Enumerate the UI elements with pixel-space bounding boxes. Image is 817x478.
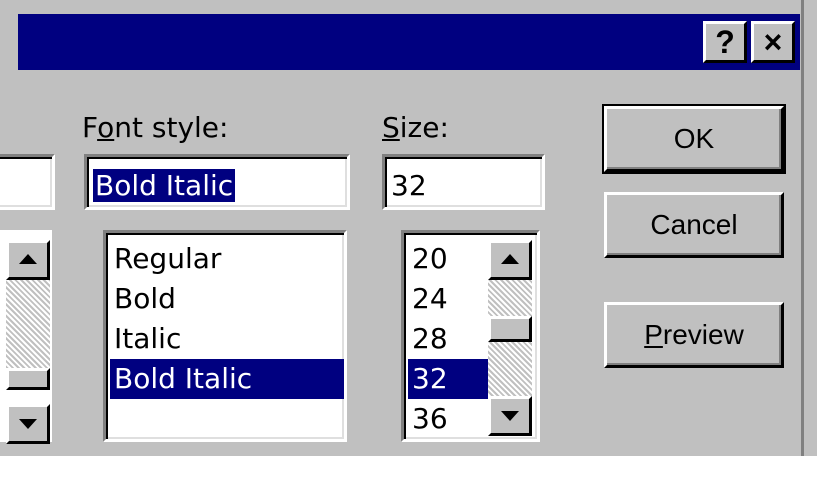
title-bar[interactable] bbox=[18, 14, 800, 70]
size-option-32[interactable]: 32 bbox=[408, 359, 488, 399]
size-option-36[interactable]: 36 bbox=[408, 399, 488, 439]
down-arrow-icon bbox=[501, 411, 519, 421]
size-label: Size: bbox=[382, 111, 449, 144]
size-list-scroll-up-button[interactable] bbox=[488, 240, 532, 280]
font-style-option-regular[interactable]: Regular bbox=[110, 239, 344, 279]
size-option-28[interactable]: 28 bbox=[408, 319, 488, 359]
ok-button-label: OK bbox=[673, 123, 715, 154]
size-option-20[interactable]: 20 bbox=[408, 239, 488, 279]
help-button[interactable]: ? bbox=[703, 21, 747, 63]
font-style-option-italic[interactable]: Italic bbox=[110, 319, 344, 359]
font-style-input-value: Bold Italic bbox=[93, 169, 236, 202]
cancel-button-label: Cancel bbox=[650, 209, 738, 240]
up-arrow-icon bbox=[501, 254, 519, 264]
down-arrow-icon bbox=[19, 419, 37, 429]
font-list-scroll-up-button[interactable] bbox=[6, 240, 50, 280]
close-button[interactable]: × bbox=[751, 21, 795, 63]
font-list-scroll-track[interactable] bbox=[6, 280, 50, 368]
size-input[interactable]: 32 bbox=[382, 154, 545, 210]
font-style-input[interactable]: Bold Italic bbox=[84, 154, 350, 210]
close-icon: × bbox=[763, 24, 783, 60]
question-mark-icon: ? bbox=[715, 24, 735, 60]
preview-button[interactable]: Preview bbox=[604, 302, 784, 368]
font-style-option-bold[interactable]: Bold bbox=[110, 279, 344, 319]
preview-button-label: Preview bbox=[644, 319, 744, 350]
up-arrow-icon bbox=[19, 254, 37, 264]
size-option-24[interactable]: 24 bbox=[408, 279, 488, 319]
font-style-label: Font style: bbox=[82, 111, 229, 144]
font-style-option-bold-italic[interactable]: Bold Italic bbox=[110, 359, 344, 399]
size-input-value: 32 bbox=[391, 169, 427, 202]
cancel-button[interactable]: Cancel bbox=[604, 192, 784, 258]
font-list-scroll-down-button[interactable] bbox=[6, 404, 50, 444]
font-list-scroll-thumb[interactable] bbox=[6, 368, 50, 390]
window-frame-edge bbox=[801, 0, 817, 456]
size-list-scroll-down-button[interactable] bbox=[488, 396, 532, 436]
size-list-scroll-thumb[interactable] bbox=[488, 316, 532, 342]
font-name-input[interactable] bbox=[0, 154, 55, 210]
size-list-scroll-track[interactable] bbox=[488, 280, 532, 404]
font-style-list[interactable]: Regular Bold Italic Bold Italic bbox=[103, 230, 347, 442]
ok-button[interactable]: OK bbox=[602, 104, 786, 174]
